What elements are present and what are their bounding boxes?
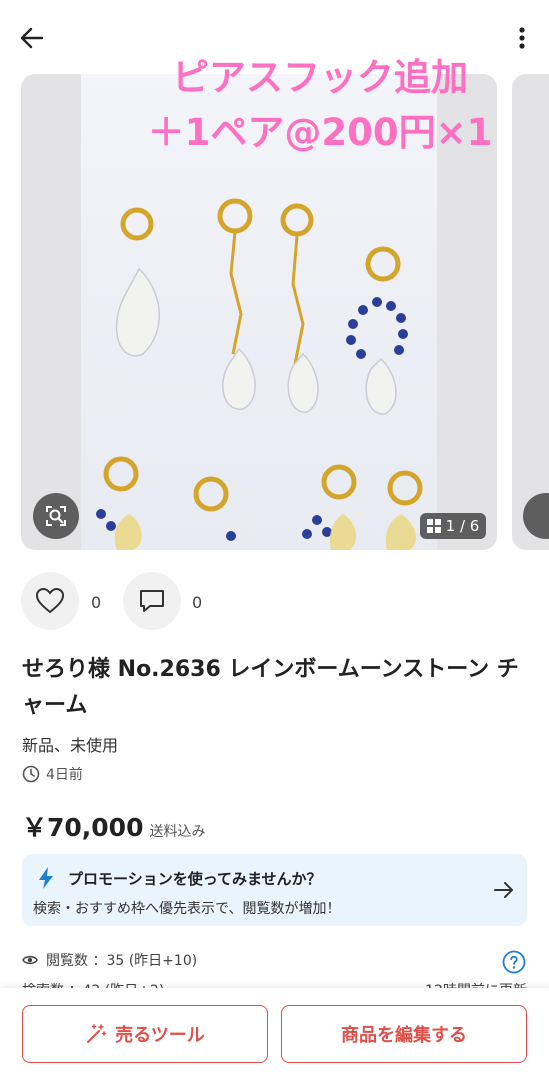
item-price: ￥70,000 (22, 813, 144, 842)
help-icon[interactable] (502, 950, 526, 974)
comment-count: 0 (192, 593, 203, 612)
sell-tools-label: 売るツール (115, 1025, 205, 1046)
item-condition: 新品、未使用 (22, 736, 119, 755)
promotion-title: プロモーションを使ってみませんか？ (68, 870, 322, 888)
magic-wand-icon (87, 1024, 107, 1043)
page-indicator: 1 / 6 (420, 513, 486, 539)
like-button[interactable] (21, 572, 79, 630)
edit-item-label: 商品を編集する (341, 1025, 467, 1046)
views-stat: 閲覧数 ：35 (昨日+10) (22, 950, 197, 970)
eye-icon (22, 955, 38, 965)
edit-item-button[interactable]: 商品を編集する (281, 1005, 527, 1063)
promotion-description: 検索・おすすめ枠へ優先表示で、閲覧数が増加！ (33, 901, 341, 917)
arrow-left-icon (20, 27, 44, 49)
arrow-right-icon (494, 882, 513, 898)
clock-icon (22, 765, 40, 783)
bottom-action-bar: 売るツール 商品を編集する (0, 988, 549, 1080)
promotion-banner[interactable]: プロモーションを使ってみませんか？ 検索・おすすめ枠へ優先表示で、閲覧数が増加！ (22, 854, 527, 926)
views-text: 閲覧数 ：35 (昨日+10) (46, 953, 198, 969)
overlay-line-1: ピアスフック追加 (172, 56, 468, 99)
grid-icon (426, 519, 441, 533)
sell-tools-button[interactable]: 売るツール (22, 1005, 268, 1063)
comment-icon (140, 590, 164, 612)
like-count: 0 (91, 593, 102, 612)
shipping-label: 送料込み (149, 824, 206, 840)
posted-time: 4日前 (22, 764, 83, 784)
lightning-icon (39, 867, 53, 889)
item-title: せろり様 No.2636 レインボームーンストーン チャーム (22, 657, 519, 718)
overlay-line-2: ＋1ペア@200円×1 (147, 111, 493, 154)
more-options-button[interactable] (515, 24, 529, 52)
price-row: ￥70,000 送料込み (22, 808, 205, 844)
image-overlay-text: ピアスフック追加 ＋1ペア@200円×1 (110, 50, 530, 160)
image-search-button[interactable] (33, 493, 79, 539)
image-search-icon (46, 506, 66, 526)
posted-time-text: 4日前 (46, 767, 83, 783)
more-vertical-icon (519, 27, 525, 49)
heart-icon (35, 587, 65, 614)
comment-button[interactable] (123, 572, 181, 630)
page-indicator-text: 1 / 6 (445, 517, 480, 535)
back-button[interactable] (18, 24, 50, 52)
